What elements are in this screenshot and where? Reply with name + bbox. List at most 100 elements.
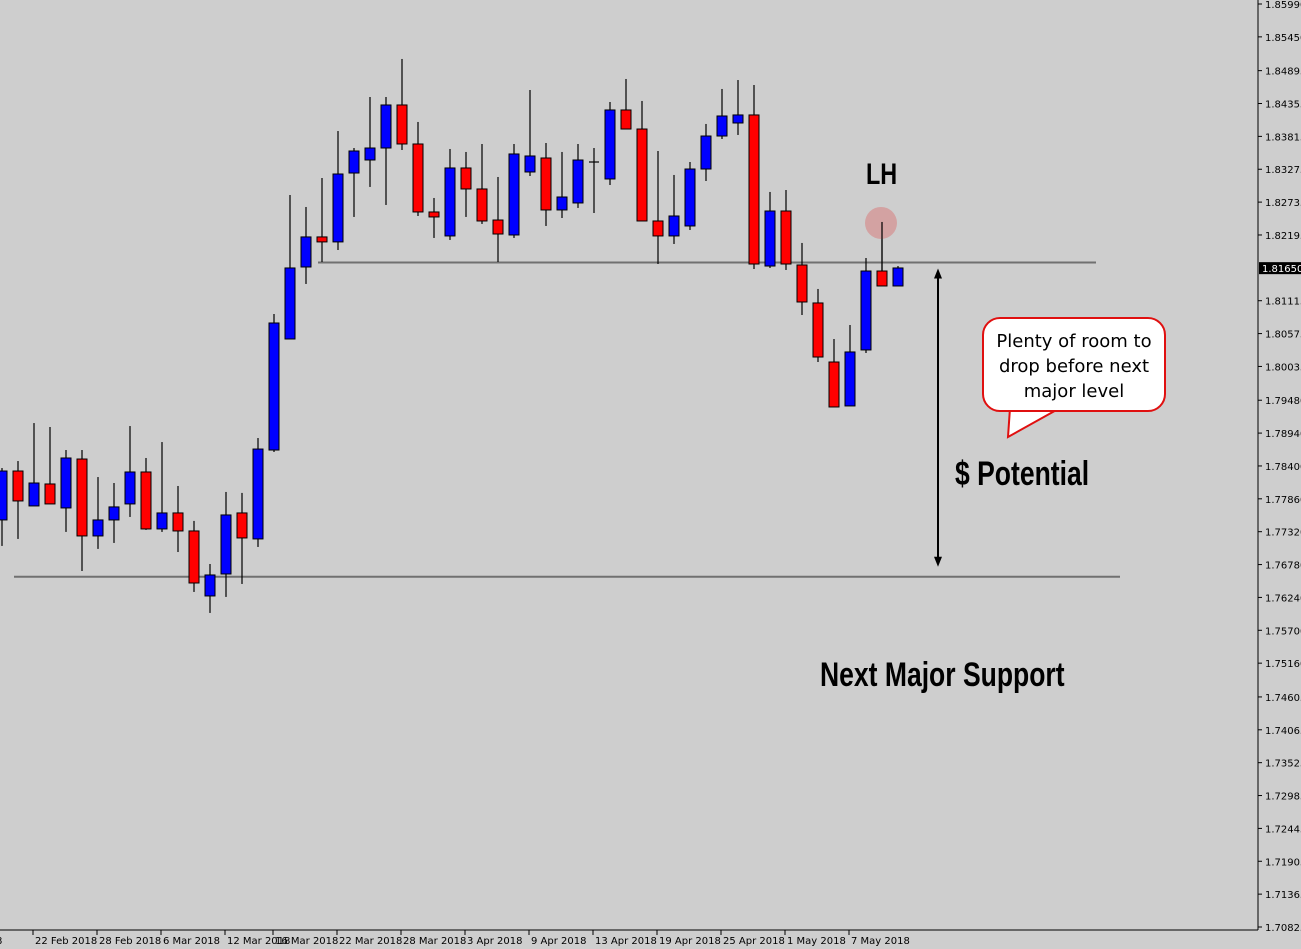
- candle: [860, 257, 872, 353]
- price-tick-label: 1.85990: [1265, 0, 1301, 11]
- candle: [652, 150, 664, 265]
- candle-body: [668, 215, 680, 237]
- candle: [668, 174, 680, 244]
- price-tick-label: 1.79480: [1265, 396, 1301, 407]
- candle: [716, 88, 728, 139]
- candle-body: [284, 267, 296, 340]
- callout-tail: [1006, 407, 1064, 439]
- price-tick-label: 1.78940: [1265, 429, 1301, 440]
- price-tick-label: 1.71365: [1265, 890, 1301, 901]
- candle-body: [412, 143, 424, 213]
- candle-body: [780, 210, 792, 265]
- candle: [572, 143, 584, 208]
- candle-body: [92, 519, 104, 537]
- candle-body: [764, 210, 776, 267]
- candle: [524, 90, 536, 177]
- candle: [12, 461, 24, 539]
- candle: [508, 143, 520, 238]
- candle-body: [860, 270, 872, 351]
- date-tick-label: 3 Apr 2018: [467, 936, 522, 947]
- candle-body: [76, 458, 88, 537]
- candle: [252, 438, 264, 547]
- next-major-support-label: Next Major Support: [820, 656, 1065, 694]
- date-tick-label: 28 Feb 2018: [99, 936, 161, 947]
- candle-body: [876, 270, 888, 287]
- candle-body: [44, 483, 56, 505]
- candle-body: [380, 104, 392, 149]
- candle-body: [252, 448, 264, 540]
- candle: [556, 151, 568, 218]
- price-tick-label: 1.83275: [1265, 165, 1301, 176]
- candle: [764, 191, 776, 268]
- date-tick-label: 22 Feb 2018: [35, 936, 97, 947]
- candle: [172, 485, 184, 553]
- candle-body: [716, 115, 728, 137]
- arrow-down-icon: [934, 556, 942, 567]
- candle: [76, 450, 88, 572]
- candle-body: [636, 128, 648, 222]
- candle: [396, 58, 408, 151]
- candle: [140, 457, 152, 530]
- candle-body: [364, 147, 376, 161]
- candle: [364, 96, 376, 187]
- candle-body: [572, 159, 584, 204]
- candle: [28, 423, 40, 507]
- date-tick-label: 9 Apr 2018: [531, 936, 586, 947]
- candle-body: [492, 219, 504, 235]
- candle-body: [428, 211, 440, 218]
- candle-body: [732, 114, 744, 124]
- candle: [476, 143, 488, 224]
- candle-body: [476, 188, 488, 222]
- price-tick-label: 1.80035: [1265, 362, 1301, 373]
- candle: [828, 338, 840, 408]
- candle: [348, 148, 360, 217]
- candle: [156, 442, 168, 532]
- candles-layer: [0, 58, 904, 613]
- candle: [748, 85, 760, 270]
- candle: [620, 78, 632, 130]
- candle: [540, 143, 552, 226]
- candle: [444, 148, 456, 240]
- date-tick-label: 16 Mar 2018: [275, 936, 338, 947]
- candle: [700, 123, 712, 181]
- price-tick-label: 1.82195: [1265, 231, 1301, 242]
- price-tick-label: 1.78400: [1265, 462, 1301, 473]
- candle: [220, 491, 232, 597]
- candle-body: [844, 351, 856, 407]
- candle: [284, 194, 296, 340]
- price-tick-label: 1.74065: [1265, 726, 1301, 737]
- candle-body: [556, 196, 568, 211]
- price-tick-label: 1.70825: [1265, 923, 1301, 934]
- candle: [300, 206, 312, 284]
- candle-body: [332, 173, 344, 243]
- candlestick-chart: 1.85990 1.85450 1.84895 1.84355 1.83815 1.832…: [0, 0, 1301, 947]
- candle: [796, 242, 808, 316]
- candle: [0, 468, 8, 546]
- candle: [44, 427, 56, 505]
- candle: [332, 131, 344, 251]
- candle-body: [796, 264, 808, 303]
- candle-body: [748, 114, 760, 265]
- candle-body: [508, 153, 520, 236]
- candle: [124, 426, 136, 517]
- date-axis: 822 Feb 201828 Feb 20186 Mar 201812 Mar …: [0, 930, 910, 947]
- date-tick-label: 28 Mar 2018: [403, 936, 466, 947]
- candle-body: [316, 236, 328, 243]
- candle-body: [828, 361, 840, 408]
- price-tick-label: 1.82735: [1265, 198, 1301, 209]
- candle: [892, 266, 904, 287]
- price-tick-label: 1.80575: [1265, 330, 1301, 341]
- candle: [428, 197, 440, 238]
- price-tick-label: 1.81115: [1265, 297, 1301, 308]
- candle-body: [396, 104, 408, 145]
- price-tick-label: 1.76240: [1265, 593, 1301, 604]
- candle-body: [236, 512, 248, 539]
- price-tick-label: 1.72985: [1265, 792, 1301, 803]
- price-tick-label: 1.85450: [1265, 33, 1301, 44]
- lower-high-highlight-circle: [865, 206, 897, 239]
- lower-high-label: LH: [866, 158, 898, 191]
- candle-body: [812, 302, 824, 358]
- candle-body: [220, 514, 232, 575]
- candle-body: [156, 512, 168, 530]
- date-tick-label: 19 Apr 2018: [659, 936, 721, 947]
